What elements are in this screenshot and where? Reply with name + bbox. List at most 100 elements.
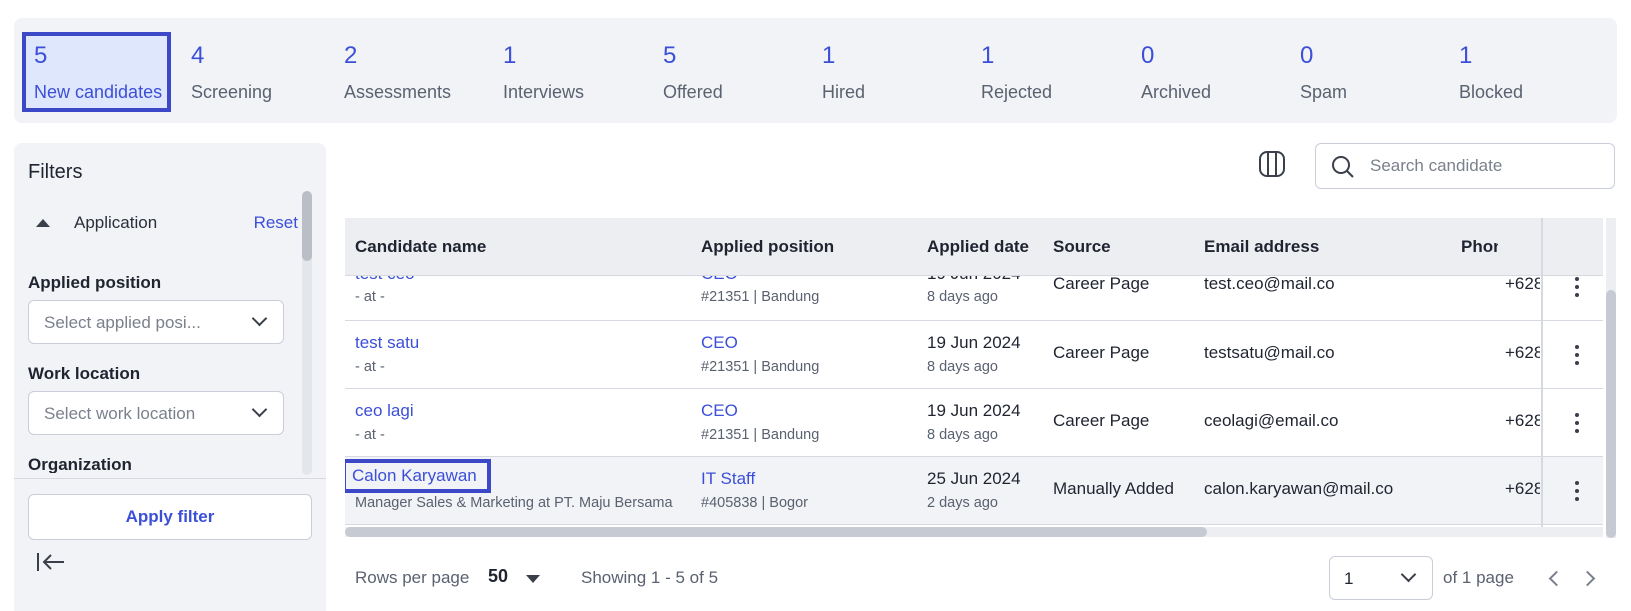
search-box: [1315, 143, 1615, 189]
stage-label: Spam: [1300, 82, 1348, 102]
position-meta: #21351 | Bandung: [701, 359, 820, 375]
filters-panel: Filters Application Reset Applied positi…: [14, 143, 326, 611]
applied-position-label: Applied position: [28, 273, 162, 292]
current-page: 1: [1344, 569, 1354, 588]
stage-count: 1: [503, 42, 517, 69]
section-label: Application: [74, 213, 158, 232]
header-candidate-name[interactable]: Candidate name: [355, 237, 486, 257]
search-icon: [1332, 156, 1354, 178]
candidate-name-link[interactable]: ceo lagi: [355, 401, 414, 421]
stage-label: Archived: [1141, 82, 1212, 102]
more-options-icon[interactable]: [1565, 411, 1589, 435]
stage-count: 5: [663, 42, 677, 69]
tab-offered[interactable]: 5 Offered: [651, 32, 796, 112]
candidates-table: Candidate name Applied position Applied …: [345, 218, 1603, 538]
header-phone[interactable]: Phone: [1461, 237, 1498, 257]
applied-date: 25 Jun 2024: [927, 469, 1021, 488]
candidate-name-link[interactable]: test ceo: [355, 276, 415, 284]
stage-count: 4: [191, 42, 205, 69]
applied-date: 19 Jun 2024: [927, 333, 1021, 352]
tab-blocked[interactable]: 1 Blocked: [1447, 32, 1592, 112]
work-location-select[interactable]: Select work location: [28, 391, 284, 435]
chevron-down-icon: [1400, 566, 1417, 583]
chevron-down-icon: [251, 310, 268, 327]
page-select[interactable]: 1: [1329, 556, 1433, 600]
position-link[interactable]: IT Staff: [701, 469, 755, 489]
table-vertical-scrollbar-thumb[interactable]: [1606, 290, 1616, 538]
table-horizontal-scrollbar-thumb[interactable]: [345, 527, 1207, 537]
rows-per-page-select[interactable]: 50: [488, 566, 508, 587]
collapse-sidebar-icon[interactable]: [36, 550, 66, 574]
caret-down-icon[interactable]: [526, 575, 540, 583]
tab-interviews[interactable]: 1 Interviews: [491, 32, 636, 112]
stage-label: New candidates: [34, 82, 163, 102]
search-input[interactable]: [1370, 154, 1600, 178]
table-row[interactable]: ceo lagi - at - CEO #21351 | Bandung 19 …: [345, 389, 1603, 457]
divider: [14, 478, 326, 479]
candidate-name-link[interactable]: Calon Karyawan: [352, 466, 477, 485]
columns-icon[interactable]: [1258, 150, 1286, 178]
header-source[interactable]: Source: [1053, 237, 1111, 257]
stage-count: 2: [344, 42, 358, 69]
email: test.ceo@mail.co: [1204, 276, 1335, 293]
filters-title: Filters: [28, 161, 83, 183]
header-applied-date[interactable]: Applied date: [927, 237, 1029, 257]
table-header: Candidate name Applied position Applied …: [345, 218, 1603, 276]
more-options-icon[interactable]: [1565, 343, 1589, 367]
table-row[interactable]: test satu - at - CEO #21351 | Bandung 19…: [345, 321, 1603, 389]
position-link[interactable]: CEO: [701, 333, 738, 353]
tab-archived[interactable]: 0 Archived: [1129, 32, 1274, 112]
chevron-right-icon[interactable]: [1579, 570, 1596, 587]
more-options-icon[interactable]: [1565, 276, 1589, 299]
candidate-company: Manager Sales & Marketing at PT. Maju Be…: [355, 495, 673, 511]
showing-count: Showing 1 - 5 of 5: [581, 568, 719, 587]
table-row[interactable]: Calon Karyawan Manager Sales & Marketing…: [345, 457, 1603, 525]
stage-label: Interviews: [503, 82, 585, 102]
phone: +628: [1505, 343, 1540, 362]
tab-screening[interactable]: 4 Screening: [179, 32, 324, 112]
stage-count: 0: [1300, 42, 1314, 69]
phone: +628: [1505, 411, 1540, 430]
stage-count: 1: [1459, 42, 1473, 69]
applied-relative: 8 days ago: [927, 427, 998, 443]
work-location-label: Work location: [28, 364, 141, 383]
candidate-company: - at -: [355, 289, 385, 305]
tab-assessments[interactable]: 2 Assessments: [332, 32, 477, 112]
position-link[interactable]: CEO: [701, 276, 738, 284]
stage-count: 1: [822, 42, 836, 69]
header-applied-position[interactable]: Applied position: [701, 237, 834, 257]
stage-label: Blocked: [1459, 82, 1524, 102]
organization-label: Organization: [28, 455, 132, 473]
candidate-name-link[interactable]: test satu: [355, 333, 419, 353]
position-link[interactable]: CEO: [701, 401, 738, 421]
applied-relative: 8 days ago: [927, 289, 998, 305]
stage-label: Assessments: [344, 82, 452, 102]
sticky-column-divider: [1541, 218, 1543, 536]
table-row[interactable]: test ceo - at - CEO #21351 | Bandung 19 …: [345, 276, 1603, 321]
applied-relative: 2 days ago: [927, 495, 998, 511]
stage-tabs: 5 New candidates 4 Screening 2 Assessmen…: [14, 18, 1617, 123]
email: calon.karyawan@mail.co: [1204, 479, 1394, 498]
caret-up-icon[interactable]: [36, 219, 50, 227]
candidate-company: - at -: [355, 427, 385, 443]
applied-date: 19 Jun 2024: [927, 401, 1021, 420]
tab-rejected[interactable]: 1 Rejected: [969, 32, 1114, 112]
email: ceolagi@email.co: [1204, 411, 1339, 430]
page-total: of 1 page: [1443, 568, 1514, 587]
reset-link[interactable]: Reset: [254, 213, 298, 233]
apply-filter-button[interactable]: Apply filter: [28, 494, 312, 540]
application-section-header[interactable]: Application Reset: [28, 211, 298, 241]
more-options-icon[interactable]: [1565, 479, 1589, 503]
header-email[interactable]: Email address: [1204, 237, 1319, 257]
tab-hired[interactable]: 1 Hired: [810, 32, 955, 112]
applied-position-select[interactable]: Select applied posi...: [28, 300, 284, 344]
select-placeholder: Select work location: [44, 404, 196, 423]
position-meta: #21351 | Bandung: [701, 427, 820, 443]
stage-label: Offered: [663, 82, 723, 102]
stage-count: 5: [34, 42, 48, 69]
tab-new-candidates[interactable]: 5 New candidates: [22, 32, 171, 112]
chevron-left-icon[interactable]: [1548, 570, 1565, 587]
focused-candidate-highlight[interactable]: Calon Karyawan: [345, 459, 491, 493]
tab-spam[interactable]: 0 Spam: [1288, 32, 1433, 112]
filters-scrollbar-thumb[interactable]: [302, 191, 312, 261]
